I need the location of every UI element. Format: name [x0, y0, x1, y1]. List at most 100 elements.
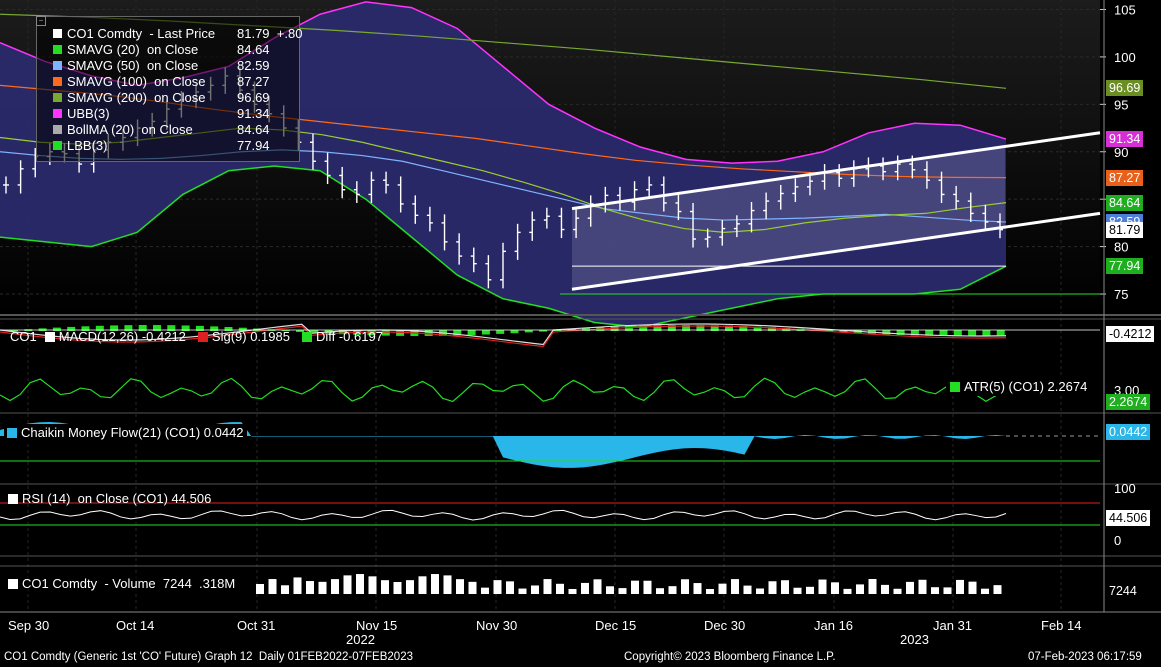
volume-bar [718, 583, 727, 594]
volume-bar [818, 579, 827, 594]
x-tick-label: Dec 15 [595, 618, 637, 633]
volume-bar [306, 581, 314, 594]
volume-bar [356, 574, 364, 594]
volume-bar [743, 585, 752, 594]
volume-bar [681, 579, 689, 594]
legend-label: CO1 Comdty - Last Price [67, 25, 216, 41]
cmf-label: Chaikin Money Flow(21) (CO1) 0.0442 [21, 425, 244, 440]
volume-bar [781, 580, 789, 594]
rsi-swatch [8, 493, 18, 504]
price-tick-label: 100 [1114, 50, 1136, 65]
signal-swatch [197, 331, 208, 342]
volume-bar [581, 582, 589, 594]
macd-hist-bar [496, 330, 505, 334]
volume-bar [431, 574, 439, 594]
rsi-legend: RSI (14) on Close (CO1) 44.506 [8, 491, 211, 506]
x-tick-label: Jan 31 [933, 618, 973, 633]
volume-bar [706, 588, 714, 594]
macd-hist-bar [953, 330, 962, 336]
legend-row: UBB(3) 91.34 [53, 105, 270, 121]
volume-bar [968, 581, 977, 594]
volume-bar [593, 579, 602, 594]
volume-bar [293, 577, 302, 594]
x-tick-label: Feb 14 [1041, 618, 1082, 633]
legend-swatch [53, 60, 62, 70]
volume-bar [893, 588, 902, 594]
volume-bar [956, 579, 964, 594]
price-tag: 84.64 [1106, 194, 1144, 211]
price-tag: 91.34 [1106, 131, 1144, 148]
cmf-legend: Chaikin Money Flow(21) (CO1) 0.0442 [4, 424, 247, 441]
legend-label: SMAVG (50) on Close [67, 57, 199, 73]
x-tick-label: Jan 16 [814, 618, 854, 633]
macd-swatch [44, 331, 55, 342]
volume-bar [656, 588, 664, 594]
diff-swatch [301, 331, 312, 342]
volume-bar [393, 581, 402, 594]
macd-hist-bar [424, 330, 433, 336]
legend-swatch [53, 76, 62, 86]
legend-label: SMAVG (20) on Close [67, 41, 199, 57]
volume-bar [331, 579, 339, 594]
legend-swatch [53, 108, 62, 118]
volume-bar [268, 579, 277, 594]
volume-bar [643, 580, 652, 594]
volume-bar [881, 584, 889, 594]
volume-bar [493, 580, 502, 594]
volume-bar [868, 579, 877, 594]
x-tick-label: Nov 15 [356, 618, 398, 633]
atr-legend: ATR(5) (CO1) 2.2674 [946, 377, 1092, 396]
volume-bar [468, 581, 477, 594]
rsi-tick-0: 0 [1114, 533, 1122, 548]
volume-bar [856, 584, 864, 594]
volume-bar [631, 580, 639, 594]
volume-bar [831, 582, 839, 594]
cmf-tag: 0.0442 [1106, 424, 1151, 440]
macd-hist-bar [524, 330, 533, 333]
volume-bar [418, 576, 427, 594]
footer-center: Copyright© 2023 Bloomberg Finance L.P. [624, 651, 836, 663]
atr-swatch [950, 381, 960, 392]
legend-value: 91.34 [237, 105, 270, 121]
volume-legend: CO1 Comdty - Volume 7244 .318M [8, 576, 236, 591]
volume-bar [931, 587, 939, 594]
legend-label: BollMA (20) on Close [67, 121, 193, 137]
volume-bar [731, 579, 739, 594]
rsi-tick-100: 100 [1114, 481, 1136, 496]
macd-hist-bar [481, 330, 490, 335]
volume-bar [618, 588, 627, 594]
macd-hist-bar [968, 330, 977, 336]
volume-bar [456, 579, 464, 594]
diff-value: Diff -0.6197 [315, 329, 383, 344]
volume-bar [918, 579, 927, 594]
legend-row: LBB(3) 77.94 [53, 137, 270, 153]
volume-bar [406, 580, 414, 594]
rsi-line [0, 509, 1007, 521]
legend-value: 87.27 [237, 73, 270, 89]
x-tick-label: Oct 14 [116, 618, 155, 633]
volume-bar [806, 586, 814, 594]
legend-row: CO1 Comdty - Last Price 81.79 +.80 [53, 25, 302, 41]
legend-row: SMAVG (200) on Close 96.69 [53, 89, 270, 105]
volume-bar [668, 586, 677, 594]
legend-row: SMAVG (100) on Close 87.27 [53, 73, 270, 89]
volume-bar [981, 588, 989, 594]
footer-left: CO1 Comdty (Generic 1st 'CO' Future) Gra… [4, 651, 413, 663]
price-tick-label: 80 [1114, 240, 1128, 255]
price-tag: 87.27 [1106, 169, 1144, 186]
price-tick-label: 95 [1114, 97, 1128, 112]
legend-value: 96.69 [237, 89, 270, 105]
price-tag: 81.79 [1106, 221, 1144, 238]
signal-value: Sig(9) 0.1985 [211, 329, 290, 344]
rsi-label: RSI (14) on Close (CO1) 44.506 [22, 491, 212, 506]
legend-value: 84.64 [237, 121, 270, 137]
volume-bar [518, 588, 527, 594]
legend-collapse-icon[interactable]: − [36, 16, 46, 26]
rsi-tag: 44.506 [1106, 510, 1151, 526]
legend-swatch [53, 124, 62, 134]
volume-bar [281, 585, 289, 594]
volume-bar [843, 588, 852, 594]
volume-bar [993, 585, 1002, 594]
legend-value: 77.94 [237, 137, 270, 153]
volume-bar [556, 583, 564, 594]
